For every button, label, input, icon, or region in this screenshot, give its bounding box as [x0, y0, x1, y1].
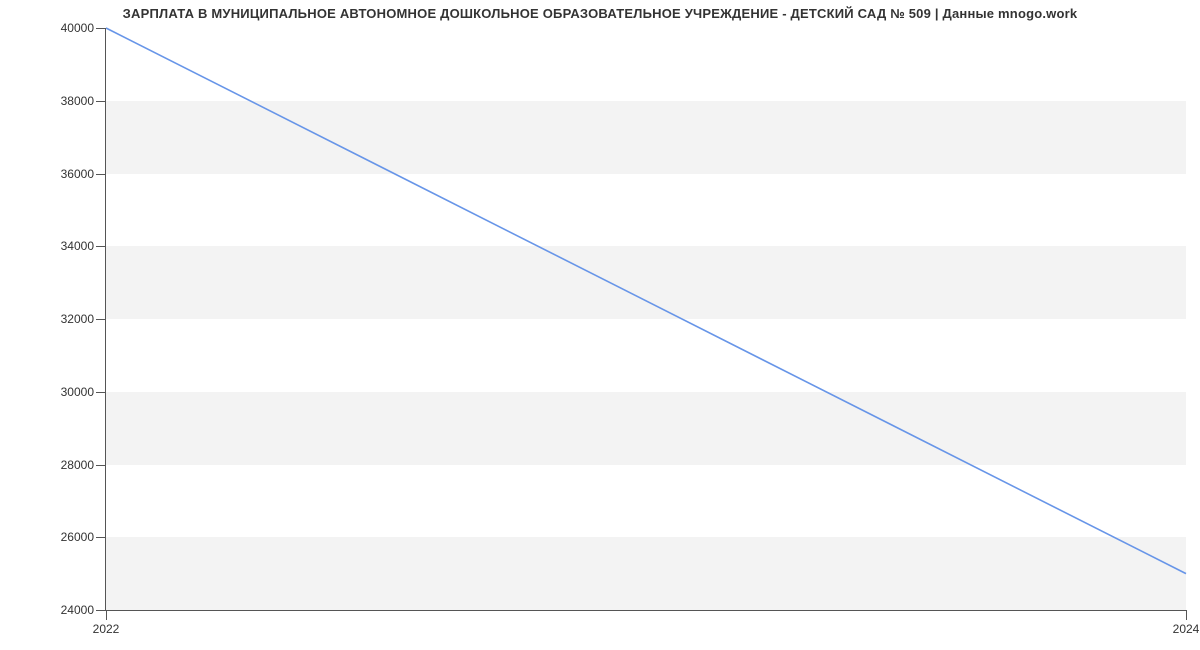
y-tick-label: 32000	[61, 312, 94, 326]
series-line	[106, 28, 1186, 574]
y-tick-label: 36000	[61, 167, 94, 181]
y-tick-label: 40000	[61, 21, 94, 35]
y-tick	[96, 101, 106, 102]
y-tick-label: 38000	[61, 94, 94, 108]
y-tick-label: 28000	[61, 458, 94, 472]
line-layer	[106, 28, 1186, 610]
x-tick	[1186, 610, 1187, 620]
plot-area: 2400026000280003000032000340003600038000…	[105, 28, 1186, 611]
y-tick	[96, 28, 106, 29]
y-tick	[96, 174, 106, 175]
chart-title: ЗАРПЛАТА В МУНИЦИПАЛЬНОЕ АВТОНОМНОЕ ДОШК…	[0, 6, 1200, 21]
y-tick-label: 24000	[61, 603, 94, 617]
y-tick-label: 30000	[61, 385, 94, 399]
y-tick	[96, 392, 106, 393]
x-tick	[106, 610, 107, 620]
y-tick-label: 34000	[61, 239, 94, 253]
y-tick	[96, 465, 106, 466]
y-tick	[96, 537, 106, 538]
y-tick	[96, 246, 106, 247]
x-tick-label: 2022	[93, 622, 120, 636]
y-tick-label: 26000	[61, 530, 94, 544]
y-tick	[96, 610, 106, 611]
y-tick	[96, 319, 106, 320]
x-tick-label: 2024	[1173, 622, 1200, 636]
chart-container: ЗАРПЛАТА В МУНИЦИПАЛЬНОЕ АВТОНОМНОЕ ДОШК…	[0, 0, 1200, 650]
